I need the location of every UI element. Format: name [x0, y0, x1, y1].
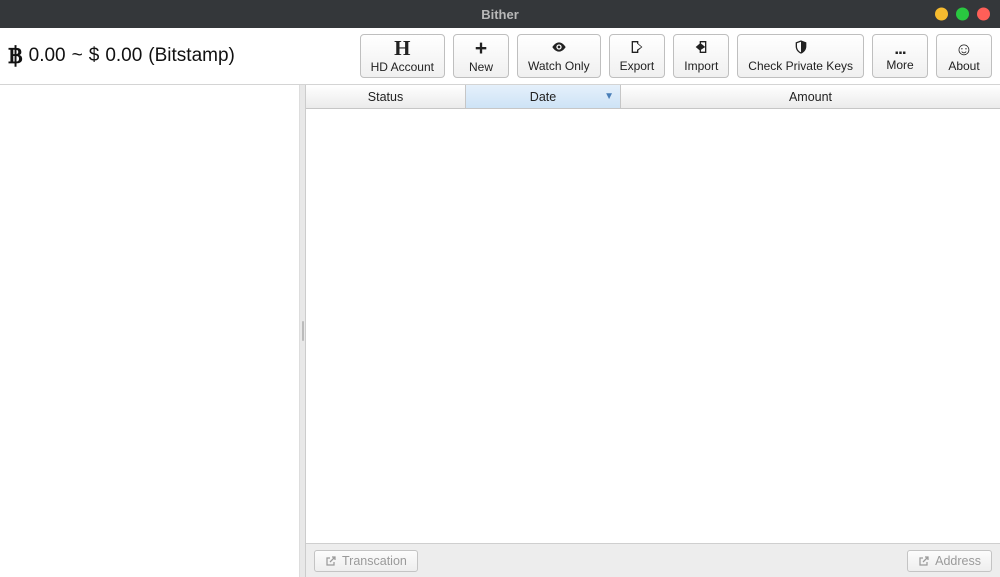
watch-only-label: Watch Only — [528, 59, 590, 73]
column-status[interactable]: Status — [306, 85, 466, 108]
address-button[interactable]: Address — [907, 550, 992, 572]
shield-icon — [792, 39, 810, 58]
transaction-label: Transcation — [342, 554, 407, 568]
about-label: About — [948, 59, 979, 73]
maximize-button[interactable] — [956, 8, 969, 21]
column-status-label: Status — [368, 90, 403, 104]
column-amount-label: Amount — [789, 90, 832, 104]
btc-amount: 0.00 — [29, 45, 66, 67]
window-title: Bither — [481, 7, 519, 22]
address-label: Address — [935, 554, 981, 568]
export-icon — [627, 39, 647, 58]
balance-separator: ~ — [72, 45, 83, 67]
letter-h-icon: H — [394, 38, 410, 59]
window-controls — [935, 8, 990, 21]
check-private-keys-button[interactable]: Check Private Keys — [737, 34, 864, 78]
eye-icon — [549, 39, 569, 58]
export-button[interactable]: Export — [609, 34, 666, 78]
more-icon: ... — [894, 40, 905, 57]
sort-descending-icon: ▼ — [604, 91, 614, 102]
table-body — [306, 109, 1000, 543]
bitcoin-icon: ฿ — [8, 43, 23, 69]
watch-only-button[interactable]: Watch Only — [517, 34, 601, 78]
fiat-amount: 0.00 — [105, 45, 142, 67]
smile-icon: ☺ — [955, 40, 973, 58]
balance-display: ฿ 0.00 ~ $ 0.00 (Bitstamp) — [8, 43, 235, 69]
exchange-name: (Bitstamp) — [148, 45, 235, 67]
external-link-icon — [325, 555, 337, 567]
fiat-symbol: $ — [89, 45, 100, 67]
transaction-button[interactable]: Transcation — [314, 550, 418, 572]
more-button[interactable]: ... More — [872, 34, 928, 78]
sidebar — [0, 85, 300, 577]
column-date-label: Date — [530, 90, 556, 104]
footer: Transcation Address — [306, 543, 1000, 577]
new-button[interactable]: + New — [453, 34, 509, 78]
close-button[interactable] — [977, 8, 990, 21]
toolbar: ฿ 0.00 ~ $ 0.00 (Bitstamp) H HD Account … — [0, 28, 1000, 85]
new-label: New — [469, 60, 493, 74]
column-amount[interactable]: Amount — [621, 85, 1000, 108]
main-area: Status Date ▼ Amount Transcation — [0, 85, 1000, 577]
export-label: Export — [620, 59, 655, 73]
hd-account-label: HD Account — [371, 60, 434, 74]
plus-icon: + — [475, 38, 487, 59]
titlebar: Bither — [0, 0, 1000, 28]
import-label: Import — [684, 59, 718, 73]
import-button[interactable]: Import — [673, 34, 729, 78]
column-date[interactable]: Date ▼ — [466, 85, 621, 108]
more-label: More — [886, 58, 913, 72]
hd-account-button[interactable]: H HD Account — [360, 34, 445, 78]
content-panel: Status Date ▼ Amount Transcation — [306, 85, 1000, 577]
table-header: Status Date ▼ Amount — [306, 85, 1000, 109]
about-button[interactable]: ☺ About — [936, 34, 992, 78]
import-icon — [691, 39, 711, 58]
check-private-keys-label: Check Private Keys — [748, 59, 853, 73]
external-link-icon — [918, 555, 930, 567]
minimize-button[interactable] — [935, 8, 948, 21]
